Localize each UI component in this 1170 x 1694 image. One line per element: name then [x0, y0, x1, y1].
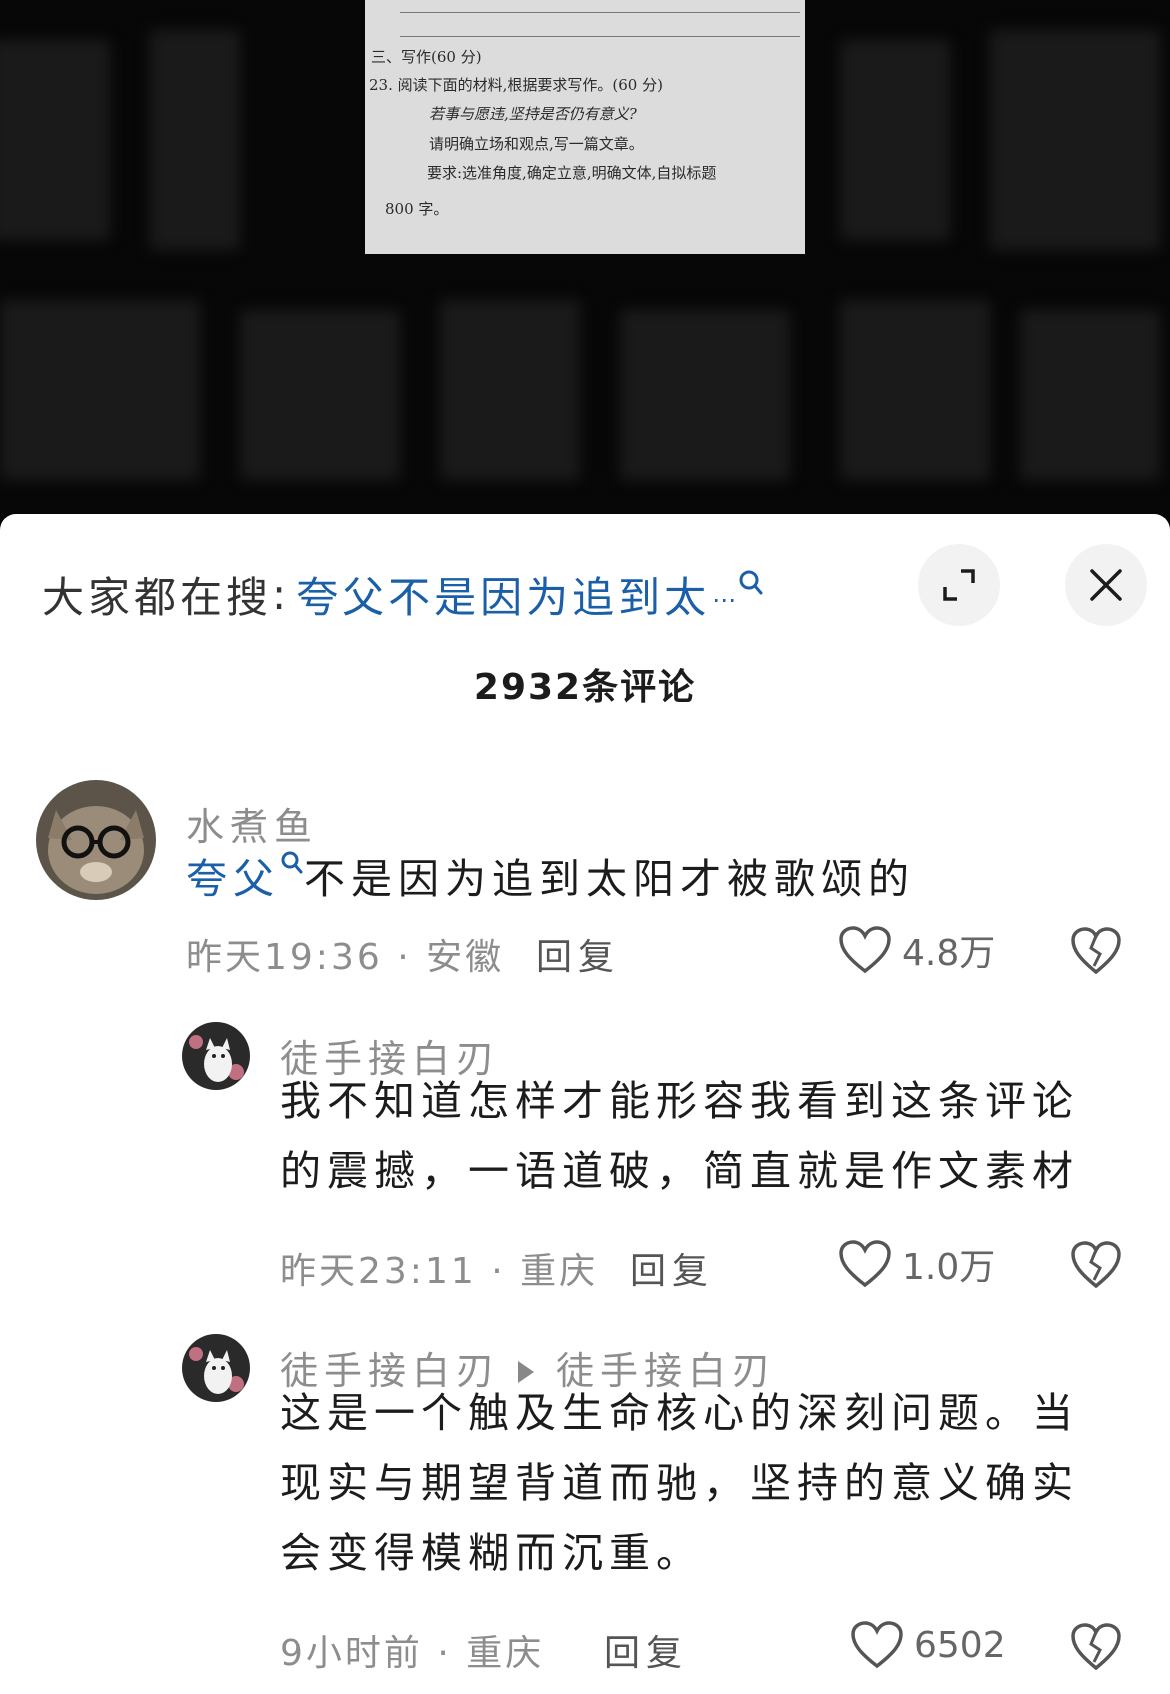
video-player[interactable]: 三、写作(60 分) 23. 阅读下面的材料,根据要求写作。(60 分) 若事与…	[0, 0, 1170, 520]
comment-text-line: 现实与期望背道而驰，坚持的意义确实	[280, 1459, 1079, 1507]
heart-icon	[851, 1621, 903, 1669]
trending-search-colon: :	[272, 569, 291, 619]
heart-icon	[839, 926, 891, 974]
trending-search-prefix: 大家都在搜	[42, 572, 273, 622]
comment-text-line: 的震撼，一语道破，简直就是作文素材	[280, 1147, 1079, 1195]
like-button[interactable]: 1.0万	[838, 1238, 995, 1290]
reply-button[interactable]: 回复	[536, 928, 620, 980]
broken-heart-icon	[1071, 927, 1121, 975]
broken-heart-icon	[1071, 1241, 1121, 1289]
close-icon	[1090, 569, 1122, 601]
exam-word-count: 800 字。	[385, 200, 449, 218]
avatar[interactable]	[36, 780, 156, 900]
search-icon[interactable]	[738, 569, 764, 599]
comment-time-location: 昨天19:36 · 安徽	[186, 937, 505, 978]
cat-avatar-icon	[182, 1022, 250, 1090]
expand-icon	[943, 569, 975, 601]
avatar[interactable]	[182, 1334, 250, 1402]
dislike-button[interactable]	[1070, 1622, 1122, 1676]
like-count: 4.8万	[902, 933, 996, 974]
like-count: 1.0万	[902, 1247, 996, 1288]
avatar[interactable]	[182, 1022, 250, 1090]
comment-count: 2932条评论	[473, 667, 697, 708]
like-button[interactable]: 6502	[850, 1620, 1006, 1670]
broken-heart-icon	[1071, 1623, 1121, 1671]
expand-button[interactable]	[918, 544, 1000, 626]
exam-paper-image: 三、写作(60 分) 23. 阅读下面的材料,根据要求写作。(60 分) 若事与…	[365, 0, 805, 254]
close-button[interactable]	[1065, 544, 1147, 626]
trending-search[interactable]: 大家都在搜 : 夸父不是因为追到太 …	[42, 564, 764, 624]
exam-instruction: 请明确立场和观点,写一篇文章。	[429, 135, 644, 153]
like-count: 6502	[914, 1624, 1006, 1666]
comment-text: 夸父 不是因为追到太阳才被歌颂的	[186, 844, 915, 914]
reply-button[interactable]: 回复	[630, 1242, 714, 1294]
exam-prompt: 若事与愿违,坚持是否仍有意义?	[429, 105, 637, 123]
comment-text-line: 我不知道怎样才能形容我看到这条评论	[280, 1077, 1079, 1125]
cat-with-glasses-avatar-icon	[36, 780, 156, 900]
comment-time-location: 昨天23:11 · 重庆	[280, 1251, 599, 1292]
comment-username[interactable]: 水煮鱼	[186, 796, 318, 851]
trending-search-ellipsis: …	[712, 580, 737, 608]
like-button[interactable]: 4.8万	[838, 924, 995, 976]
cat-avatar-icon	[182, 1334, 250, 1402]
dislike-button[interactable]	[1070, 1240, 1122, 1294]
comment-text-body: 不是因为追到太阳才被歌颂的	[304, 855, 915, 903]
search-icon[interactable]	[280, 850, 304, 880]
exam-section-title: 三、写作(60 分)	[371, 48, 482, 66]
comment-time-location: 9小时前 · 重庆	[280, 1633, 545, 1674]
heart-icon	[839, 1240, 891, 1288]
exam-requirements: 要求:选准角度,确定立意,明确文体,自拟标题	[427, 164, 717, 182]
comment-text-line: 这是一个触及生命核心的深刻问题。当	[280, 1389, 1079, 1437]
comment-text-line: 会变得模糊而沉重。	[280, 1529, 703, 1577]
comment-sheet: 大家都在搜 : 夸父不是因为追到太 … 2932条评论 水煮鱼 夸父 不是因为追…	[0, 514, 1170, 1694]
comment-keyword-link[interactable]: 夸父	[186, 855, 280, 903]
dislike-button[interactable]	[1070, 926, 1122, 980]
trending-search-term[interactable]: 夸父不是因为追到太	[296, 564, 710, 625]
exam-question: 23. 阅读下面的材料,根据要求写作。(60 分)	[369, 76, 663, 94]
reply-button[interactable]: 回复	[604, 1624, 688, 1676]
